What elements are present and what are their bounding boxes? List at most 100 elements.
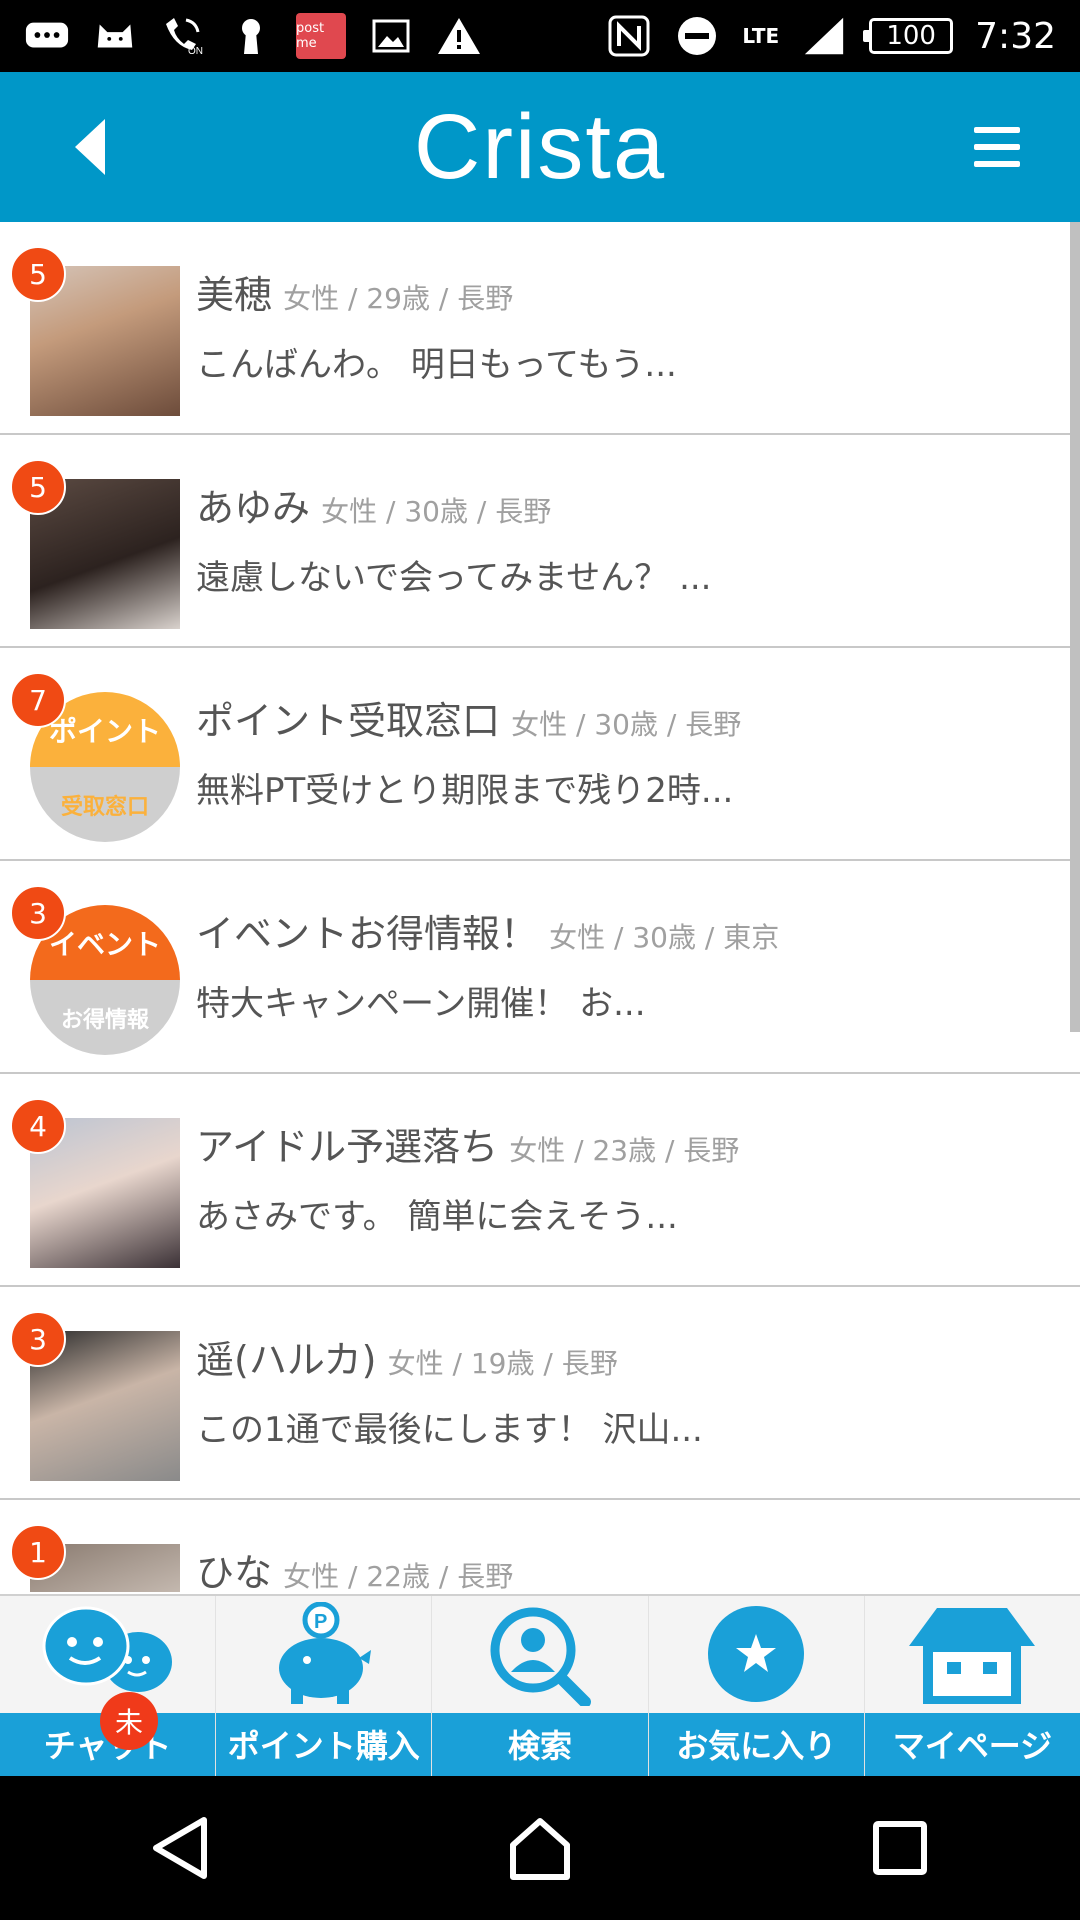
item-title-row: ポイント受取窓口 女性 / 30歳 / 長野 [196,690,1050,745]
nav-search[interactable]: 検索 [432,1596,649,1776]
status-bar: ON post me LTE 100 7:32 [0,0,1080,72]
back-triangle-icon [153,1817,207,1879]
menu-line [974,144,1020,150]
status-left: ON post me [24,13,482,59]
unread-count-badge: 3 [10,885,66,941]
item-meta: 女性 / 29歳 / 長野 [283,282,514,315]
svg-text:ON: ON [188,46,203,56]
item-text: ひな 女性 / 22歳 / 長野 [196,1542,1050,1592]
item-name: 美穂 [196,273,273,317]
cat-icon [92,16,138,56]
chat-list-item[interactable]: 5 あゆみ 女性 / 30歳 / 長野 遠慮しないで会ってみません？ ... [0,435,1080,648]
item-preview: 無料PT受けとり期限まで残り2時... [196,771,734,811]
unread-count-badge: 7 [10,672,66,728]
nav-label: 検索 [432,1712,648,1776]
screen: ON post me LTE 100 7:32 Crista 5 美穂 女性 /… [0,0,1080,1920]
system-back-button[interactable] [135,1803,225,1893]
item-name: アイドル予選落ち [196,1125,499,1169]
nav-icon-area [432,1596,647,1713]
signal-icon [801,16,847,56]
svg-text:P: P [314,1611,327,1633]
search-user-icon [490,1607,591,1707]
home-icon [510,1818,570,1880]
nav-mypage[interactable]: マイページ [864,1596,1080,1776]
nfc-icon [606,15,652,57]
do-not-disturb-icon [674,16,720,56]
item-meta: 女性 / 23歳 / 長野 [509,1134,740,1167]
chat-bubble-icon [24,16,70,56]
chat-list-item[interactable]: 5 美穂 女性 / 29歳 / 長野 こんばんわ。 明日もってもう... [0,222,1080,435]
status-time: 7:32 [975,15,1056,57]
item-title-row: 美穂 女性 / 29歳 / 長野 [196,264,1050,319]
nav-icon-area [649,1596,864,1713]
item-preview: 特大キャンペーン開催！ お... [196,984,646,1024]
avatar-bottom-label: お得情報 [30,980,180,1055]
unread-count-badge: 5 [10,246,66,302]
list-scrollbar[interactable] [1070,222,1080,1592]
android-nav-bar [0,1776,1080,1920]
chat-list-item[interactable]: 3 イベント お得情報 イベントお得情報！ 女性 / 30歳 / 東京 特大キャ… [0,861,1080,1074]
nav-point-purchase[interactable]: P ポイント購入 [216,1596,433,1776]
image-icon [368,16,414,56]
item-name: ポイント受取窓口 [196,699,501,743]
nav-chat[interactable]: チャット 未 [0,1596,217,1776]
wifi-calling-icon: ON [160,16,206,56]
app-title: Crista [413,95,667,198]
nav-label: ポイント購入 [216,1712,432,1776]
item-title-row: イベントお得情報！ 女性 / 30歳 / 東京 [196,903,1050,958]
item-text: イベントお得情報！ 女性 / 30歳 / 東京 特大キャンペーン開催！ お... [196,903,1050,1025]
unread-count-badge: 4 [10,1098,66,1154]
bottom-nav: チャット 未 P ポイント購入 検索 お気に入り マイページ [0,1594,1080,1776]
item-preview: この1通で最後にします！ 沢山... [196,1410,703,1450]
system-recents-button[interactable] [855,1803,945,1893]
menu-button[interactable] [974,127,1020,167]
item-preview: こんばんわ。 明日もってもう... [196,345,677,385]
status-right: LTE 100 7:32 [606,15,1056,57]
item-meta: 女性 / 30歳 / 長野 [321,495,552,528]
item-meta: 女性 / 30歳 / 東京 [549,921,780,954]
back-button[interactable] [70,117,120,177]
item-meta: 女性 / 22歳 / 長野 [283,1560,514,1592]
item-name: 遥(ハルカ) [196,1338,377,1382]
unread-badge: 未 [100,1692,158,1750]
battery-level: 100 [886,21,936,51]
item-preview: あさみです。 簡単に会えそう... [196,1197,678,1237]
item-text: アイドル予選落ち 女性 / 23歳 / 長野 あさみです。 簡単に会えそう... [196,1116,1050,1238]
nav-label: マイページ [864,1712,1080,1776]
recents-icon [873,1821,927,1875]
house-icon [909,1608,1036,1705]
nav-label: お気に入り [648,1712,864,1776]
unread-count-badge: 3 [10,1311,66,1367]
item-title-row: ひな 女性 / 22歳 / 長野 [196,1542,1050,1592]
star-icon [708,1606,805,1703]
menu-line [974,127,1020,133]
item-meta: 女性 / 19歳 / 長野 [387,1347,618,1380]
item-preview: 遠慮しないで会ってみません？ ... [196,558,712,598]
chat-icon [42,1606,172,1693]
unread-count-badge: 1 [10,1524,66,1580]
postme-icon: post me [296,13,346,59]
chat-list-item[interactable]: 3 遥(ハルカ) 女性 / 19歳 / 長野 この1通で最後にします！ 沢山..… [0,1287,1080,1500]
item-meta: 女性 / 30歳 / 長野 [511,708,742,741]
item-title-row: あゆみ 女性 / 30歳 / 長野 [196,477,1050,532]
item-text: あゆみ 女性 / 30歳 / 長野 遠慮しないで会ってみません？ ... [196,477,1050,599]
chat-list-item[interactable]: 4 アイドル予選落ち 女性 / 23歳 / 長野 あさみです。 簡単に会えそう.… [0,1074,1080,1287]
system-home-button[interactable] [495,1803,585,1893]
avatar-bottom-label: 受取窓口 [30,767,180,842]
back-arrow-icon [75,119,105,175]
piggy-bank-icon: P [278,1602,371,1705]
battery-icon: 100 [863,18,954,54]
chat-list-item[interactable]: 1 ひな 女性 / 22歳 / 長野 [0,1500,1080,1592]
nav-icon-area [0,1596,215,1713]
nav-icon-area [865,1596,1080,1713]
item-name: イベントお得情報！ [196,912,539,956]
item-name: あゆみ [196,486,311,530]
item-text: ポイント受取窓口 女性 / 30歳 / 長野 無料PT受けとり期限まで残り2時.… [196,690,1050,812]
item-title-row: アイドル予選落ち 女性 / 23歳 / 長野 [196,1116,1050,1171]
keyhole-icon [228,16,274,56]
scrollbar-thumb[interactable] [1070,222,1080,1032]
nav-favorites[interactable]: お気に入り [648,1596,865,1776]
chat-list-item[interactable]: 7 ポイント 受取窓口 ポイント受取窓口 女性 / 30歳 / 長野 無料PT受… [0,648,1080,861]
menu-line [974,161,1020,167]
warning-icon [436,16,482,56]
